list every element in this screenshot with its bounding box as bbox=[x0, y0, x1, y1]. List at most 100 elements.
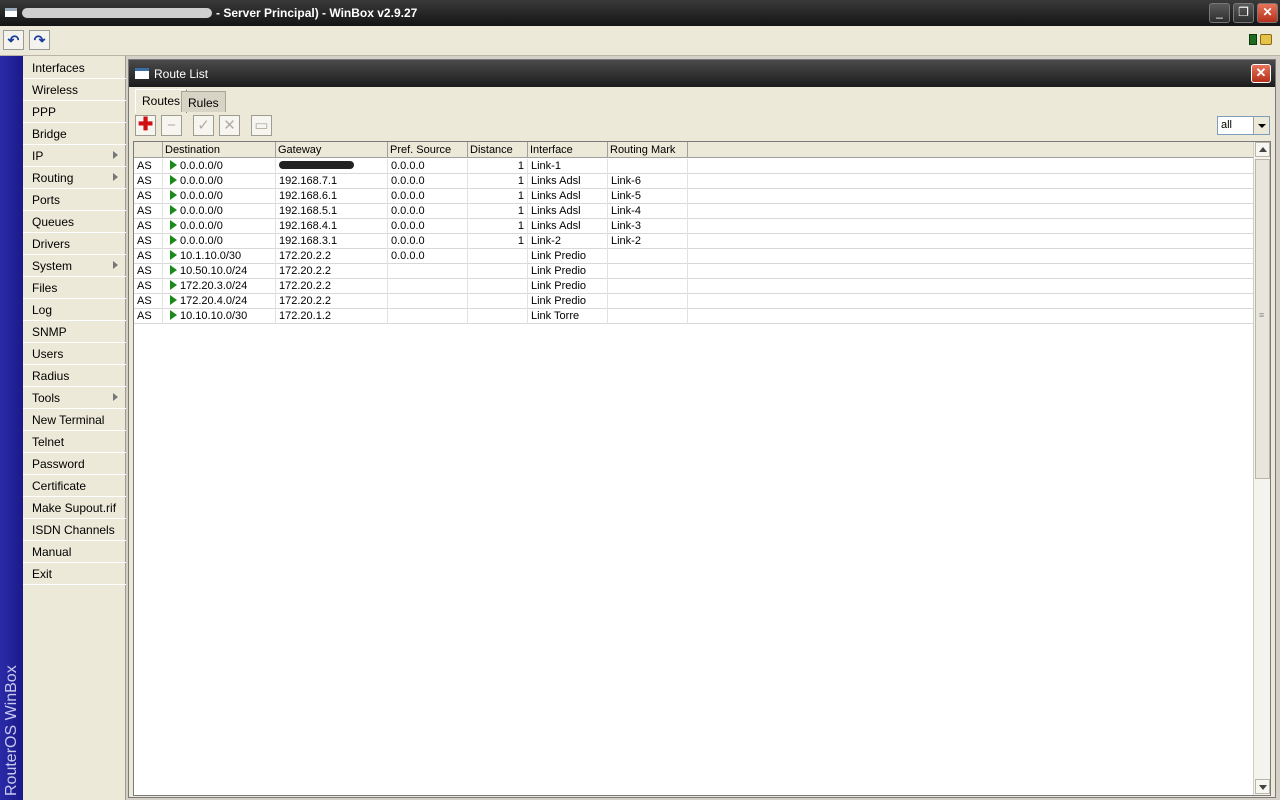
scroll-thumb[interactable] bbox=[1255, 159, 1270, 479]
route-list-title: Route List bbox=[154, 67, 209, 81]
disable-button[interactable]: ✕ bbox=[219, 115, 240, 136]
chevron-down-icon[interactable] bbox=[1253, 117, 1269, 134]
menu-item-ports[interactable]: Ports bbox=[23, 189, 126, 211]
cell-flags: AS bbox=[134, 294, 163, 309]
menu-item-label: Tools bbox=[32, 391, 61, 405]
scroll-down-button[interactable] bbox=[1255, 779, 1270, 794]
close-button[interactable]: ✕ bbox=[1257, 3, 1278, 23]
redo-button[interactable]: ↷ bbox=[29, 30, 50, 50]
tab-rules[interactable]: Rules bbox=[181, 91, 226, 112]
cell-pref-source bbox=[388, 294, 468, 309]
cell-destination: 0.0.0.0/0 bbox=[163, 159, 276, 174]
menu-item-files[interactable]: Files bbox=[23, 277, 126, 299]
column-header-gateway[interactable]: Gateway bbox=[276, 142, 388, 158]
column-header-interface[interactable]: Interface bbox=[528, 142, 608, 158]
table-row[interactable]: AS 0.0.0.0/0 192.168.3.1 0.0.0.0 1 Link-2 Link… bbox=[134, 234, 1254, 249]
restore-button[interactable]: ❐ bbox=[1233, 3, 1254, 23]
table-row[interactable]: AS 10.50.10.0/24 172.20.2.2 Link Predio bbox=[134, 264, 1254, 279]
menu-item-telnet[interactable]: Telnet bbox=[23, 431, 126, 453]
menu-item-label: Files bbox=[32, 281, 58, 295]
menu-item-exit[interactable]: Exit bbox=[23, 563, 126, 585]
menu-item-password[interactable]: Password bbox=[23, 453, 126, 475]
column-header-pref-source[interactable]: Pref. Source bbox=[388, 142, 468, 158]
cell-distance: 1 bbox=[468, 174, 528, 189]
menu-item-certificate[interactable]: Certificate bbox=[23, 475, 126, 497]
lock-icon bbox=[1260, 33, 1272, 45]
cell-text: 1 bbox=[517, 175, 524, 187]
menu-item-label: Manual bbox=[32, 545, 72, 559]
menu-item-interfaces[interactable]: Interfaces bbox=[23, 57, 126, 79]
cell-text: AS bbox=[137, 310, 152, 322]
menu-item-manual[interactable]: Manual bbox=[23, 541, 126, 563]
column-header-routing-mark[interactable]: Routing Mark bbox=[608, 142, 688, 158]
menu-item-log[interactable]: Log bbox=[23, 299, 126, 321]
cell-routing-mark bbox=[608, 159, 688, 174]
table-row[interactable]: AS 0.0.0.0/0 192.168.7.1 0.0.0.0 1 Links Adsl… bbox=[134, 174, 1254, 189]
cell-routing-mark bbox=[608, 249, 688, 264]
route-active-flag-icon bbox=[170, 175, 177, 185]
cell-text: 1 bbox=[517, 220, 524, 232]
submenu-arrow-icon bbox=[113, 393, 118, 401]
cell-destination: 0.0.0.0/0 bbox=[163, 219, 276, 234]
scroll-up-button[interactable] bbox=[1255, 142, 1270, 157]
brand-strip: RouterOS WinBox bbox=[0, 56, 23, 800]
table-row[interactable]: AS 0.0.0.0/0 192.168.4.1 0.0.0.0 1 Links Adsl… bbox=[134, 219, 1254, 234]
table-row[interactable]: AS 0.0.0.0/0 0.0.0.0 1 Link-1 bbox=[134, 159, 1254, 174]
cell-text: 10.1.10.0/30 bbox=[180, 250, 242, 262]
table-row[interactable]: AS 172.20.3.0/24 172.20.2.2 Link Predio bbox=[134, 279, 1254, 294]
table-row[interactable]: AS 10.1.10.0/30 172.20.2.2 0.0.0.0 Link Pred… bbox=[134, 249, 1254, 264]
cell-text: 172.20.2.2 bbox=[279, 265, 331, 277]
vertical-scrollbar[interactable] bbox=[1253, 142, 1270, 795]
cell-destination: 0.0.0.0/0 bbox=[163, 174, 276, 189]
menu-item-tools[interactable]: Tools bbox=[23, 387, 126, 409]
table-row[interactable]: AS 0.0.0.0/0 192.168.6.1 0.0.0.0 1 Links Adsl… bbox=[134, 189, 1254, 204]
enable-button[interactable]: ✓ bbox=[193, 115, 214, 136]
cell-distance: 1 bbox=[468, 189, 528, 204]
column-header-distance[interactable]: Distance bbox=[468, 142, 528, 158]
cell-interface: Links Adsl bbox=[528, 219, 608, 234]
menu-item-ppp[interactable]: PPP bbox=[23, 101, 126, 123]
table-row[interactable]: AS 0.0.0.0/0 192.168.5.1 0.0.0.0 1 Links Adsl… bbox=[134, 204, 1254, 219]
route-active-flag-icon bbox=[170, 190, 177, 200]
column-header-flags[interactable] bbox=[134, 142, 163, 158]
table-header: Destination Gateway Pref. Source Distance In… bbox=[134, 142, 1254, 158]
cell-distance: 1 bbox=[468, 234, 528, 249]
menu-item-label: Drivers bbox=[32, 237, 70, 251]
add-button[interactable]: ✚ bbox=[135, 115, 156, 136]
menu-item-ip[interactable]: IP bbox=[23, 145, 126, 167]
route-list-close-button[interactable]: ✕ bbox=[1251, 64, 1271, 83]
menu-item-snmp[interactable]: SNMP bbox=[23, 321, 126, 343]
route-list-window: Route List ✕ Routes Rules ✚ − ✓ ✕ ▭ all … bbox=[128, 59, 1276, 798]
cell-text: Link-1 bbox=[531, 160, 561, 172]
comment-button[interactable]: ▭ bbox=[251, 115, 272, 136]
app-title-bar[interactable]: - Server Principal) - WinBox v2.9.27 _ ❐… bbox=[0, 0, 1280, 26]
menu-item-queues[interactable]: Queues bbox=[23, 211, 126, 233]
cell-text: 192.168.3.1 bbox=[279, 235, 338, 247]
menu-item-routing[interactable]: Routing bbox=[23, 167, 126, 189]
remove-button[interactable]: − bbox=[161, 115, 182, 136]
cell-flags: AS bbox=[134, 174, 163, 189]
tab-routes[interactable]: Routes bbox=[135, 89, 188, 113]
cell-pref-source: 0.0.0.0 bbox=[388, 219, 468, 234]
menu-item-wireless[interactable]: Wireless bbox=[23, 79, 126, 101]
cell-destination: 172.20.4.0/24 bbox=[163, 294, 276, 309]
menu-item-new-terminal[interactable]: New Terminal bbox=[23, 409, 126, 431]
menu-item-bridge[interactable]: Bridge bbox=[23, 123, 126, 145]
route-list-title-bar[interactable]: Route List ✕ bbox=[129, 60, 1275, 87]
menu-item-isdn-channels[interactable]: ISDN Channels bbox=[23, 519, 126, 541]
column-header-destination[interactable]: Destination bbox=[163, 142, 276, 158]
menu-item-users[interactable]: Users bbox=[23, 343, 126, 365]
cell-routing-mark: Link-3 bbox=[608, 219, 688, 234]
cell-flags: AS bbox=[134, 159, 163, 174]
table-row[interactable]: AS 10.10.10.0/30 172.20.1.2 Link Torre bbox=[134, 309, 1254, 324]
table-row[interactable]: AS 172.20.4.0/24 172.20.2.2 Link Predio bbox=[134, 294, 1254, 309]
filter-select[interactable]: all bbox=[1217, 116, 1270, 135]
menu-item-radius[interactable]: Radius bbox=[23, 365, 126, 387]
undo-button[interactable]: ↶ bbox=[3, 30, 24, 50]
menu-item-make-supout-rif[interactable]: Make Supout.rif bbox=[23, 497, 126, 519]
minimize-button[interactable]: _ bbox=[1209, 3, 1230, 23]
cell-text: Link Predio bbox=[531, 280, 587, 292]
menu-item-drivers[interactable]: Drivers bbox=[23, 233, 126, 255]
cell-text: Link Predio bbox=[531, 265, 587, 277]
menu-item-system[interactable]: System bbox=[23, 255, 126, 277]
